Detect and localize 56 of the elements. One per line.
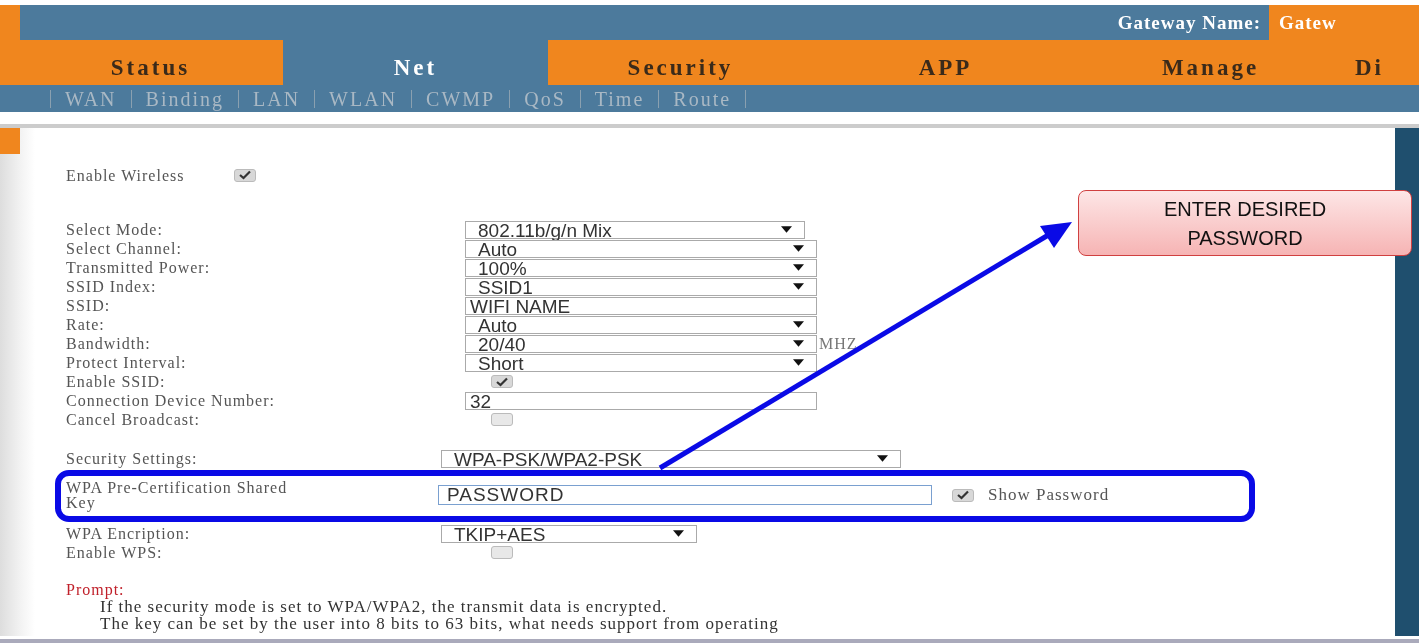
dropdown[interactable]: 20/40 [465, 334, 817, 353]
gateway-value: Gatew [1269, 5, 1419, 40]
callout: ENTER DESIRED PASSWORD [1078, 190, 1412, 256]
field-label: SSID Index: [66, 277, 158, 296]
caret-icon [793, 264, 804, 271]
caret-icon [781, 226, 792, 233]
field-label: Rate: [66, 315, 106, 334]
caret-icon [877, 455, 888, 462]
field-label: WPA Pre-Certification Shared Key [66, 480, 289, 510]
checkbox[interactable] [491, 375, 513, 388]
nav-tab[interactable]: Security [548, 40, 813, 85]
field-label: Connection Device Number: [66, 391, 276, 410]
checkbox[interactable] [234, 168, 256, 182]
nav-tab[interactable]: APP [813, 40, 1078, 85]
field-label: Bandwidth: [66, 334, 152, 353]
input-field[interactable]: WIFI NAME [465, 296, 817, 315]
field-label: Cancel Broadcast: [66, 410, 201, 429]
field-label: SSID: [66, 296, 112, 315]
caret-icon [793, 340, 804, 347]
dropdown[interactable]: Auto [465, 315, 817, 334]
password-field[interactable]: PASSWORD [438, 485, 932, 505]
checkbox-label: Show Password [988, 485, 1110, 505]
prompt-title: Prompt: [66, 582, 126, 598]
field-label: Select Channel: [66, 239, 183, 258]
gateway-label: Gateway Name: [1117, 11, 1261, 34]
field-label: Select Mode: [66, 220, 164, 239]
field-label: Enable SSID: [66, 372, 167, 391]
dropdown[interactable]: 802.11b/g/n Mix [465, 220, 805, 239]
checkbox[interactable] [952, 488, 974, 502]
prompt-text: If the security mode is set to WPA/WPA2, the transmit data is encrypted. [100, 598, 669, 615]
caret-icon [673, 530, 684, 537]
input-field[interactable]: 32 [465, 391, 817, 410]
dropdown[interactable]: Short [465, 353, 817, 372]
nav-tab[interactable]: Manage [1078, 40, 1343, 85]
caret-icon [793, 283, 804, 290]
nav-tab[interactable]: Status [18, 40, 283, 85]
prompt-text: The key can be set by the user into 8 bits to 63 bits, what needs support from operating [99, 615, 780, 632]
side-marker [0, 128, 20, 154]
caret-icon [793, 359, 804, 366]
nav-tab[interactable]: Di [1343, 40, 1419, 85]
checkbox[interactable] [491, 413, 513, 426]
field-label: Enable Wireless [66, 167, 186, 183]
dropdown[interactable]: SSID1 [465, 277, 817, 296]
nav-tab[interactable]: Net [283, 40, 548, 85]
scrollbar[interactable] [1395, 128, 1419, 636]
field-label: Enable WPS: [66, 543, 164, 562]
dropdown[interactable]: TKIP+AES [441, 524, 697, 543]
caret-icon [793, 321, 804, 328]
field-label: Transmitted Power: [66, 258, 212, 277]
dropdown[interactable]: 100% [465, 258, 817, 277]
field-label: Protect Interval: [66, 353, 188, 372]
unit-label: MHZ [819, 334, 858, 353]
checkbox[interactable] [491, 546, 513, 559]
dropdown[interactable]: Auto [465, 239, 817, 258]
caret-icon [793, 245, 804, 252]
dropdown[interactable]: WPA-PSK/WPA2-PSK [441, 449, 901, 468]
